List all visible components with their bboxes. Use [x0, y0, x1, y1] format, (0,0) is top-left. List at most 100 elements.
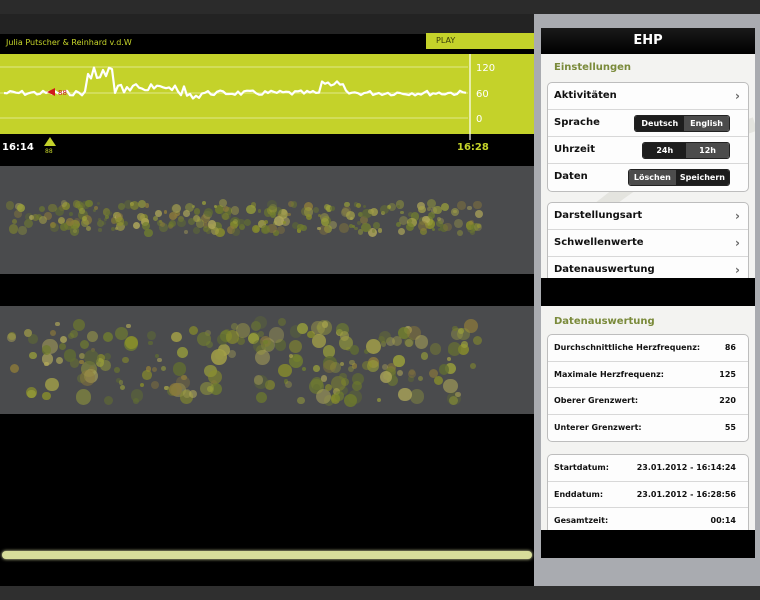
chevron-right-icon: › — [735, 236, 740, 250]
bubble — [79, 370, 96, 387]
bubble — [433, 205, 442, 214]
settings-title: Einstellungen — [554, 62, 632, 73]
bubble — [23, 328, 32, 337]
chevron-right-icon: › — [735, 89, 740, 103]
bubble — [334, 391, 344, 401]
bubble — [349, 359, 355, 366]
bubble — [161, 366, 167, 372]
title-bar — [0, 14, 534, 34]
bubble — [393, 355, 405, 367]
menu-group: Darstellungsart › Schwellenwerte › Daten… — [547, 202, 749, 278]
bubble — [41, 353, 54, 365]
bubble — [290, 201, 297, 208]
bubble — [312, 206, 320, 214]
bubble — [188, 326, 198, 336]
bubble — [85, 199, 93, 208]
bubble — [362, 204, 367, 209]
bubble — [98, 228, 102, 232]
time-24h-option[interactable]: 24h — [643, 143, 687, 158]
play-button[interactable]: PLAY — [426, 33, 534, 49]
bubble — [356, 203, 361, 209]
bubble — [264, 220, 269, 224]
bubble — [442, 222, 452, 232]
time-format-toggle: 24h 12h — [642, 142, 730, 159]
bubble — [414, 335, 429, 349]
bubble — [130, 200, 140, 211]
bubble — [114, 366, 120, 373]
times-group: Startdatum: 23.01.2012 - 16:14:24 Enddat… — [547, 454, 749, 530]
bubble — [461, 341, 468, 348]
menu-item-label: Darstellungsart — [554, 210, 643, 221]
bubble — [472, 200, 482, 210]
bubble — [148, 340, 153, 346]
settings-panel: Einstellungen Aktivitäten › Sprache Deut… — [541, 54, 755, 278]
bubble — [189, 390, 198, 399]
bubble — [457, 327, 470, 341]
bubble — [469, 220, 474, 225]
bubble — [417, 375, 423, 381]
settings-time-row: Uhrzeit 24h 12h — [548, 137, 748, 164]
bubble — [431, 228, 435, 232]
bubble — [159, 221, 165, 227]
bubble — [400, 210, 404, 214]
analysis-title: Datenauswertung — [554, 316, 655, 327]
language-english-option[interactable]: English — [684, 116, 729, 131]
bubble — [171, 331, 182, 343]
activities-label: Aktivitäten — [554, 90, 617, 101]
bubble — [211, 349, 227, 365]
bubble — [297, 396, 305, 405]
bubble — [438, 363, 450, 375]
bubble — [339, 223, 349, 233]
bubble — [86, 331, 98, 343]
timeline-scrubber[interactable] — [2, 551, 532, 559]
bubble — [253, 375, 263, 385]
bottom-bar — [0, 586, 760, 600]
bubble — [436, 216, 441, 221]
bubble — [144, 203, 150, 208]
bubble — [366, 338, 382, 355]
bubble — [397, 227, 406, 236]
stat-row-max-hr: Maximale Herzfrequenz: 125 — [548, 362, 748, 388]
time-row-label: Gesamtzeit: — [554, 516, 609, 525]
bubble — [89, 365, 96, 372]
bubble — [351, 380, 362, 391]
bubble — [467, 205, 472, 211]
menu-item-display-mode[interactable]: Darstellungsart › — [548, 203, 748, 230]
time-12h-option[interactable]: 12h — [686, 143, 729, 158]
end-time-label: 16:28 — [457, 142, 489, 153]
time-row-value: 23.01.2012 - 16:28:56 — [636, 489, 736, 499]
bubble — [39, 206, 46, 213]
bubble — [258, 331, 264, 337]
bubble — [168, 219, 176, 227]
settings-activities-row[interactable]: Aktivitäten › — [548, 83, 748, 110]
bubble — [255, 391, 267, 403]
language-deutsch-option[interactable]: Deutsch — [635, 116, 685, 131]
bubble — [473, 335, 483, 346]
bubble — [55, 321, 60, 327]
bubble — [56, 356, 64, 364]
bubble — [48, 203, 57, 213]
menu-item-thresholds[interactable]: Schwellenwerte › — [548, 230, 748, 257]
bubble — [286, 212, 291, 217]
save-data-button[interactable]: Speichern — [675, 170, 729, 185]
time-row-value: 00:14 — [710, 516, 736, 525]
bubble — [72, 200, 80, 208]
menu-item-analysis[interactable]: Datenauswertung › — [548, 257, 748, 278]
bubble — [157, 357, 162, 363]
heart-rate-chart: 88 120 60 0 — [0, 54, 534, 140]
bubble — [202, 200, 207, 206]
bubble — [347, 365, 354, 372]
time-slider-handle[interactable]: 88 — [43, 137, 57, 155]
bubble — [163, 210, 168, 214]
stat-row-upper-limit: Oberer Grenzwert: 220 — [548, 388, 748, 415]
bubble — [184, 230, 188, 234]
bubble — [204, 207, 214, 217]
sidebar-footer — [541, 530, 755, 558]
bubble — [5, 201, 15, 210]
bubble — [257, 209, 262, 213]
bubble-visualization-bottom — [0, 306, 534, 414]
time-row-label: Enddatum: — [554, 489, 604, 499]
delete-data-button[interactable]: Löschen — [628, 170, 676, 185]
bubble — [42, 391, 51, 401]
bubble — [133, 398, 139, 404]
